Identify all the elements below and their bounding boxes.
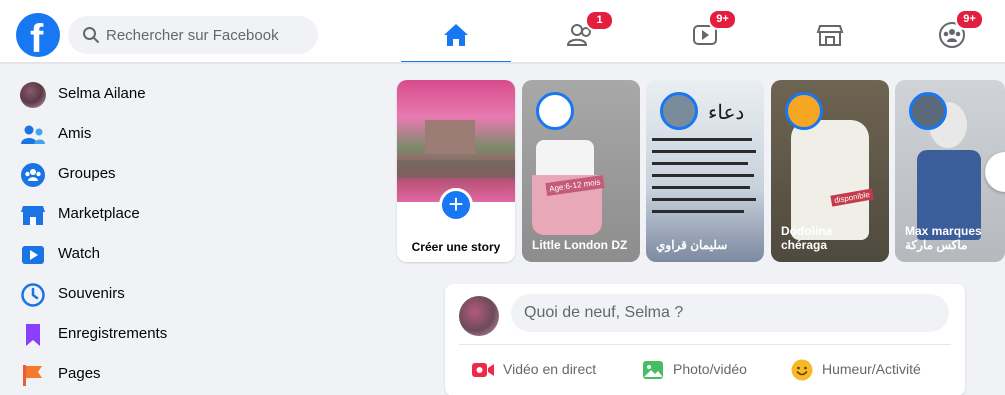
action-label: Vidéo en direct: [503, 361, 597, 377]
create-story-label: Créer une story: [411, 240, 501, 254]
tab-marketplace[interactable]: [775, 8, 885, 60]
groups-icon: [21, 163, 45, 187]
create-story-image: [397, 80, 515, 204]
water-shape: [397, 160, 515, 178]
facebook-f-icon: f: [30, 17, 44, 57]
marketplace-icon: [816, 25, 844, 46]
search-input[interactable]: Rechercher sur Facebook: [68, 16, 318, 54]
story-card[interactable]: disponible Dodolina chéraga: [771, 80, 889, 262]
story-author-name: Little London DZ: [532, 238, 628, 252]
avatar: [459, 296, 499, 336]
search-placeholder: Rechercher sur Facebook: [106, 27, 279, 44]
post-composer: Quoi de neuf, Selma ? Vidéo en direct Ph…: [445, 284, 965, 395]
profile-avatar: [20, 82, 46, 108]
sidebar-item-friends[interactable]: Amis: [8, 116, 298, 152]
sidebar-item-label: Watch: [58, 245, 100, 262]
left-sidebar: Selma Ailane Amis Groupes Marketplace Wa…: [0, 64, 300, 395]
story-card[interactable]: Age:6-12 mois Little London DZ: [522, 80, 640, 262]
story-avatar: [785, 92, 823, 130]
marketplace-icon: [21, 206, 45, 225]
sidebar-item-profile[interactable]: Selma Ailane: [8, 76, 298, 112]
sidebar-item-groups[interactable]: Groupes: [8, 156, 298, 192]
action-label: Photo/vidéo: [673, 361, 747, 377]
saved-icon: [26, 324, 40, 346]
facebook-logo[interactable]: f: [16, 13, 60, 57]
groups-badge: 9+: [955, 9, 984, 30]
memories-icon: [21, 283, 45, 307]
story-author-name: Max marques ماكس ماركة: [905, 224, 982, 252]
watch-badge: 9+: [708, 9, 737, 30]
tab-friends[interactable]: 1: [525, 8, 635, 60]
sidebar-item-marketplace[interactable]: Marketplace: [8, 196, 298, 232]
action-label: Humeur/Activité: [822, 361, 921, 377]
live-video-icon: [472, 363, 494, 377]
sidebar-item-label: Marketplace: [58, 205, 140, 222]
arabic-text-lines: [652, 138, 758, 222]
story-card[interactable]: دعاء سليمان قراوي: [646, 80, 764, 262]
story-avatar: [536, 92, 574, 130]
tab-home[interactable]: [401, 8, 511, 64]
divider: [459, 344, 951, 345]
composer-input[interactable]: Quoi de neuf, Selma ?: [511, 294, 949, 332]
story-author-name: سليمان قراوي: [656, 238, 728, 252]
sidebar-item-label: Amis: [58, 125, 92, 142]
sidebar-item-label: Pages: [58, 365, 101, 382]
top-navigation-bar: f Rechercher sur Facebook 1 9+ 9+: [0, 0, 1005, 64]
friends-badge: 1: [585, 10, 614, 31]
story-avatar: [909, 92, 947, 130]
sidebar-item-label: Souvenirs: [58, 285, 125, 302]
story-heading: دعاء: [708, 100, 745, 124]
castle-shape: [425, 120, 475, 154]
sidebar-item-label: Selma Ailane: [58, 85, 146, 102]
watch-icon: [22, 246, 44, 264]
sidebar-item-pages[interactable]: Pages: [8, 356, 298, 392]
friends-icon: [21, 125, 45, 144]
sidebar-item-saved[interactable]: Enregistrements: [8, 316, 298, 352]
sidebar-item-label: Enregistrements: [58, 325, 168, 342]
composer-placeholder: Quoi de neuf, Selma ?: [524, 304, 684, 321]
sidebar-item-label: Groupes: [58, 165, 116, 182]
sidebar-item-memories[interactable]: Souvenirs: [8, 276, 298, 312]
sidebar-item-watch[interactable]: Watch: [8, 236, 298, 272]
feeling-icon: [791, 359, 813, 381]
story-avatar: [660, 92, 698, 130]
white-dress-shape: [791, 120, 869, 240]
tab-groups[interactable]: 9+: [897, 8, 1005, 60]
search-icon: [83, 27, 99, 43]
tab-watch[interactable]: 9+: [650, 8, 760, 60]
baby-dress-shape: [536, 140, 594, 180]
create-story-card[interactable]: + Créer une story: [397, 80, 515, 262]
home-icon: [444, 24, 468, 46]
story-author-name: Dodolina chéraga: [781, 224, 833, 252]
photo-icon: [643, 361, 663, 379]
plus-icon: +: [439, 188, 473, 222]
pages-icon: [23, 365, 42, 386]
